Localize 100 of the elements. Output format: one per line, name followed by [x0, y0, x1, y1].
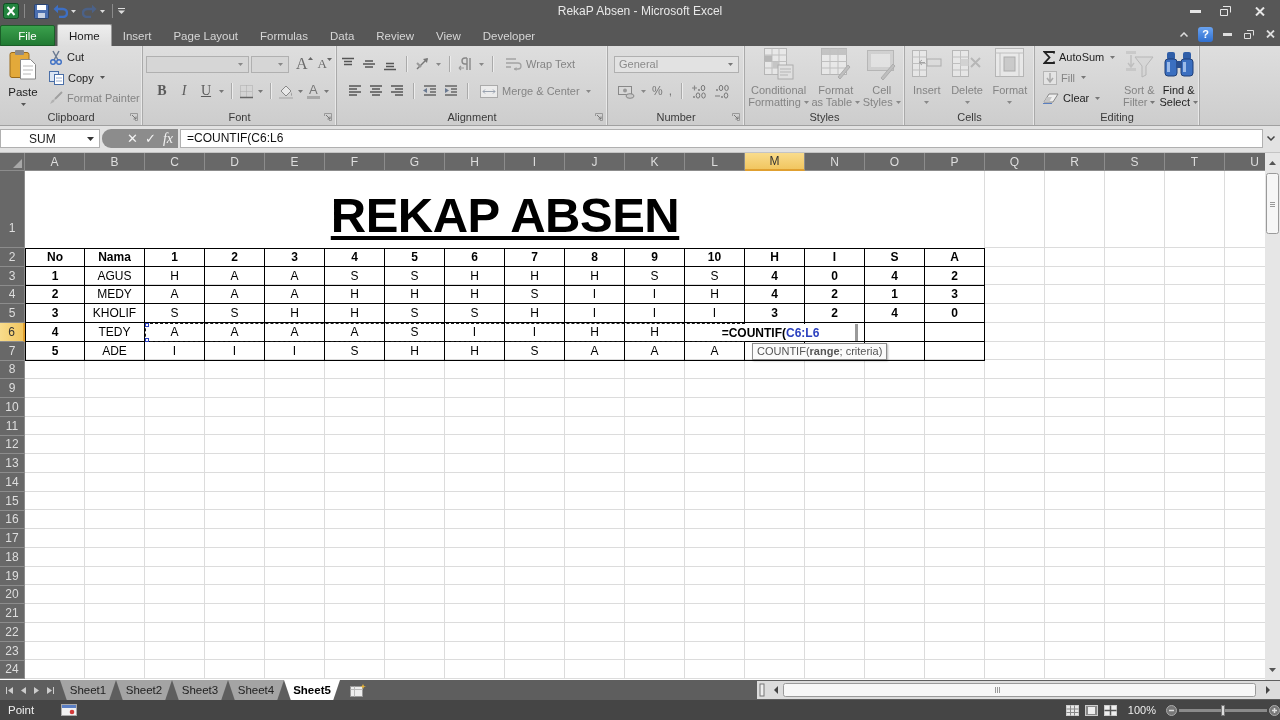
chevron-up-icon[interactable] [1180, 31, 1188, 37]
autosum-button[interactable]: AutoSum [1041, 47, 1119, 68]
restore-icon[interactable] [1219, 6, 1231, 16]
cut-button[interactable]: Cut [47, 47, 142, 68]
row-header[interactable]: 18 [0, 548, 25, 567]
shrink-font-button[interactable]: A [317, 56, 332, 72]
column-header[interactable]: M [745, 153, 805, 171]
sheet-tab[interactable]: Sheet5 [284, 680, 340, 700]
vertical-scrollbar[interactable] [1265, 153, 1280, 680]
minimize-icon[interactable] [1189, 9, 1201, 13]
macro-record-icon[interactable] [61, 704, 78, 716]
row-header[interactable]: 6 [0, 323, 25, 342]
dialog-launcher-icon[interactable] [130, 113, 138, 121]
column-header[interactable]: B [85, 153, 145, 171]
column-header[interactable]: F [325, 153, 385, 171]
font-color-button[interactable]: A [307, 83, 320, 99]
row-header[interactable]: 9 [0, 379, 25, 398]
increase-indent-icon[interactable] [443, 84, 459, 98]
enter-button[interactable]: ✓ [145, 129, 156, 148]
find-select-button[interactable]: Find & Select [1159, 46, 1199, 108]
column-header[interactable]: T [1165, 153, 1225, 171]
row-header[interactable]: 2 [0, 248, 25, 267]
column-header[interactable]: C [145, 153, 205, 171]
column-header[interactable]: N [805, 153, 865, 171]
money-icon[interactable] [618, 83, 635, 99]
row-header[interactable]: 5 [0, 304, 25, 323]
close-icon[interactable] [1266, 30, 1275, 38]
sheet-tab[interactable]: Sheet4 [228, 680, 284, 700]
column-header[interactable]: P [925, 153, 985, 171]
ribbon-tab[interactable]: Page Layout [162, 25, 250, 46]
new-sheet-icon[interactable] [350, 683, 366, 697]
first-arrow-icon[interactable] [6, 686, 13, 694]
spreadsheet-grid[interactable] [0, 153, 1265, 680]
column-header[interactable]: H [445, 153, 505, 171]
row-header[interactable]: 14 [0, 473, 25, 492]
formula-field[interactable]: =COUNTIF(C6:L6 [180, 129, 1263, 148]
zoom-level-button[interactable]: 100% [1127, 704, 1156, 716]
align-center-icon[interactable] [368, 84, 384, 98]
left-arrow-icon[interactable] [21, 686, 26, 694]
column-header[interactable]: S [1105, 153, 1165, 171]
column-header[interactable]: R [1045, 153, 1105, 171]
restore-icon[interactable] [1244, 29, 1254, 39]
select-all-icon[interactable] [13, 159, 22, 168]
cancel-button[interactable]: ✕ [127, 129, 138, 148]
row-header[interactable]: 21 [0, 604, 25, 623]
row-header[interactable]: 17 [0, 529, 25, 548]
zoom-out-icon[interactable] [1166, 704, 1177, 716]
column-header[interactable]: Q [985, 153, 1045, 171]
caret-icon[interactable] [118, 8, 125, 14]
column-header[interactable]: J [565, 153, 625, 171]
insert-function-button[interactable]: fx [162, 129, 173, 148]
decrease-decimal-icon[interactable] [714, 83, 731, 99]
help-button[interactable]: ? [1198, 26, 1213, 42]
close-icon[interactable] [1255, 6, 1265, 16]
align-middle-icon[interactable] [361, 57, 377, 71]
row-header[interactable]: 1 [0, 171, 25, 248]
column-header[interactable]: E [265, 153, 325, 171]
normal-view-icon[interactable] [1065, 704, 1079, 716]
sheet-tab[interactable]: Sheet2 [116, 680, 172, 700]
ribbon-tab[interactable]: Data [319, 25, 366, 46]
column-header[interactable]: L [685, 153, 745, 171]
text-direction-icon[interactable] [458, 57, 474, 71]
page-break-icon[interactable] [1103, 704, 1117, 716]
comma-style-button[interactable]: , [668, 84, 672, 98]
column-header[interactable]: I [505, 153, 565, 171]
percent-button[interactable]: % [652, 84, 663, 98]
zoom-in-icon[interactable] [1269, 704, 1280, 716]
column-header[interactable]: K [625, 153, 685, 171]
borders-icon[interactable] [239, 83, 254, 99]
page-layout-icon[interactable] [1084, 704, 1098, 716]
ribbon-tab[interactable]: Home [57, 24, 112, 46]
sheet-tab[interactable]: Sheet1 [60, 680, 116, 700]
column-header[interactable]: U [1225, 153, 1265, 171]
column-header[interactable]: A [25, 153, 85, 171]
ribbon-tab[interactable]: Developer [471, 25, 547, 46]
minimize-icon[interactable] [1223, 32, 1232, 36]
ribbon-tab[interactable]: View [425, 25, 472, 46]
ribbon-tab[interactable]: Review [365, 25, 425, 46]
slider-thumb[interactable] [1221, 704, 1225, 716]
align-right-icon[interactable] [389, 84, 405, 98]
bold-button[interactable]: B [153, 83, 171, 99]
ribbon-tab[interactable]: Insert [111, 25, 163, 46]
clear-button[interactable]: Clear [1041, 88, 1119, 109]
dialog-launcher-icon[interactable] [732, 113, 740, 121]
align-left-icon[interactable] [347, 84, 363, 98]
last-arrow-icon[interactable] [47, 686, 54, 694]
column-header[interactable]: O [865, 153, 925, 171]
caret-icon[interactable] [1267, 136, 1275, 141]
paste-button[interactable]: Paste [3, 46, 43, 106]
dialog-launcher-icon[interactable] [324, 113, 332, 121]
row-header[interactable]: 10 [0, 398, 25, 417]
column-header[interactable]: D [205, 153, 265, 171]
right-arrow-icon[interactable] [34, 686, 39, 694]
name-box[interactable]: SUM [0, 129, 100, 148]
decrease-indent-icon[interactable] [422, 84, 438, 98]
horizontal-scrollbar[interactable] [757, 680, 1280, 700]
orientation-icon[interactable] [415, 57, 431, 71]
dialog-launcher-icon[interactable] [595, 113, 603, 121]
sheet-tab[interactable]: Sheet3 [172, 680, 228, 700]
underline-button[interactable]: U [197, 83, 215, 99]
